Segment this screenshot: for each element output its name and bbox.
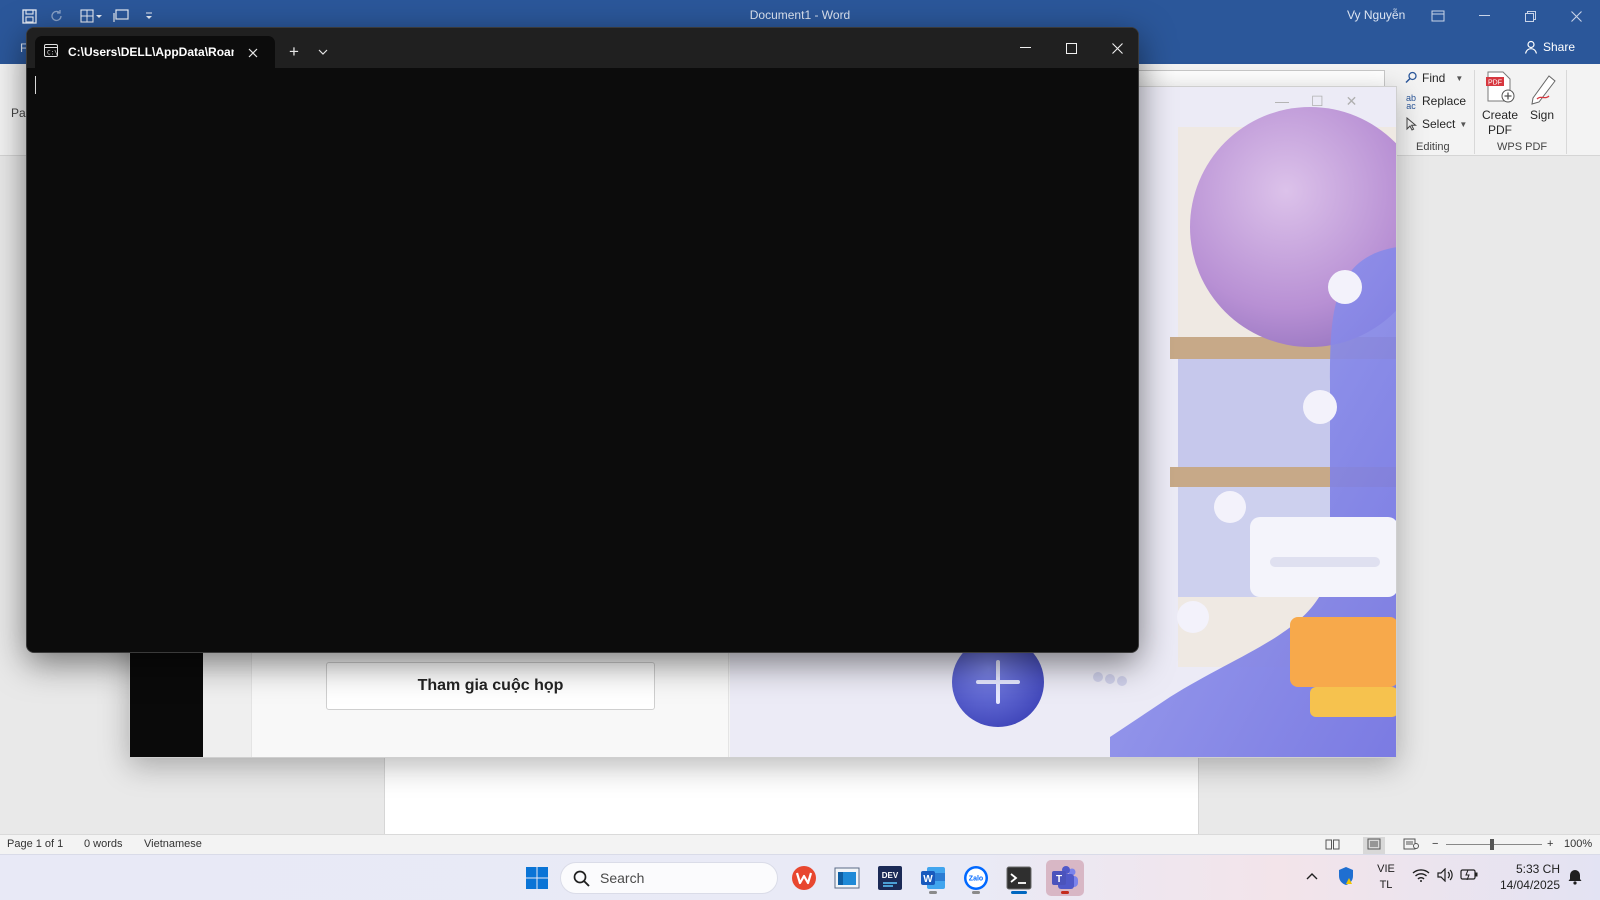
teams-minimize-button[interactable]: — (1275, 93, 1289, 110)
active-window-indicator (1011, 891, 1027, 894)
create-pdf-button[interactable]: PDF Create PDF (1478, 70, 1522, 138)
search-placeholder: Search (600, 870, 645, 886)
share-label: Share (1543, 40, 1576, 54)
language-line-2: TL (1379, 879, 1393, 891)
notification-bell-icon[interactable] (1567, 867, 1583, 888)
command-prompt-icon: C:\ (44, 44, 58, 60)
show-hidden-icons-icon[interactable] (1306, 868, 1318, 883)
running-indicator (929, 891, 937, 894)
zoom-out-button[interactable]: − (1432, 838, 1438, 850)
paste-button-label[interactable]: Pa (11, 106, 26, 120)
ribbon-display-options-icon[interactable] (1415, 0, 1461, 32)
read-mode-icon[interactable] (1325, 838, 1340, 853)
zalo-icon-label: Zalo (969, 876, 983, 883)
zalo-icon[interactable]: Zalo (957, 860, 995, 896)
file-explorer-icon[interactable] (828, 860, 866, 896)
taskbar: Search DEV W Zalo T VIE TL 5:33 CH 14/04… (0, 854, 1600, 900)
wps-pdf-group-label: WPS PDF (1497, 141, 1548, 153)
web-layout-icon[interactable] (1403, 838, 1419, 853)
create-pdf-icon: PDF (1483, 70, 1517, 106)
editing-group-label: Editing (1416, 141, 1450, 153)
dev-icon-label: DEV (882, 871, 899, 880)
find-button[interactable]: Find ▼ (1404, 71, 1463, 85)
chevron-down-icon: ▼ (1459, 119, 1468, 129)
terminal-tab[interactable]: C:\ C:\Users\DELL\AppData\Roam (35, 36, 275, 68)
share-button[interactable]: Share (1524, 40, 1575, 54)
battery-icon[interactable] (1460, 868, 1478, 883)
replace-icon: ab ac (1405, 93, 1416, 111)
word-minimize-button[interactable] (1461, 0, 1507, 32)
system-clock[interactable]: 5:33 CH 14/04/2025 (1488, 861, 1560, 893)
sign-button[interactable]: Sign (1520, 70, 1564, 123)
svg-text:PDF: PDF (1488, 80, 1502, 87)
terminal-tab-title: C:\Users\DELL\AppData\Roam (68, 45, 234, 59)
word-icon[interactable]: W (914, 860, 952, 896)
teams-maximize-button[interactable]: ☐ (1311, 93, 1324, 110)
teams-icon-label: T (1056, 874, 1062, 885)
replace-label: Replace (1422, 94, 1467, 108)
clock-time: 5:33 CH (1515, 862, 1560, 876)
zoom-in-button[interactable]: + (1547, 838, 1553, 850)
start-icon[interactable] (518, 860, 556, 896)
close-tab-icon[interactable] (243, 43, 263, 63)
volume-icon[interactable] (1437, 867, 1454, 885)
person-icon (1524, 40, 1538, 54)
create-pdf-label-line1: Create (1481, 108, 1519, 122)
input-language-indicator[interactable]: VIE TL (1372, 861, 1400, 893)
page-count[interactable]: Page 1 of 1 (7, 838, 63, 850)
word-icon-label: W (923, 874, 933, 885)
teams-window-controls: — ☐ ✕ (1275, 93, 1357, 110)
select-button[interactable]: Select ▼ (1404, 116, 1468, 131)
select-label: Select (1422, 117, 1456, 131)
terminal-icon[interactable] (1000, 860, 1038, 896)
find-label: Find (1422, 71, 1446, 85)
dev-tool-icon[interactable]: DEV (871, 860, 909, 896)
running-indicator (1061, 891, 1069, 894)
wifi-icon[interactable] (1412, 868, 1430, 885)
chevron-down-icon[interactable] (312, 40, 334, 64)
ribbon-separator (1474, 70, 1475, 154)
word-restore-button[interactable] (1507, 0, 1553, 32)
new-tab-button[interactable]: + (281, 40, 307, 64)
teams-icon[interactable]: T (1046, 860, 1084, 896)
pen-sign-icon (1525, 70, 1559, 106)
cursor-arrow-icon (1404, 116, 1418, 131)
teams-close-button[interactable]: ✕ (1346, 93, 1358, 110)
print-layout-icon[interactable] (1363, 837, 1385, 854)
terminal-title-bar[interactable]: C:\ C:\Users\DELL\AppData\Roam + (27, 28, 1138, 68)
terminal-close-button[interactable] (1094, 32, 1138, 64)
search-icon (573, 870, 590, 887)
sign-label: Sign (1529, 108, 1555, 122)
zoom-level[interactable]: 100% (1564, 838, 1592, 850)
proofing-language[interactable]: Vietnamese (144, 838, 202, 850)
word-count[interactable]: 0 words (84, 838, 123, 850)
ribbon-separator (1566, 70, 1567, 154)
taskbar-search-box[interactable]: Search (560, 862, 778, 894)
svg-text:C:\: C:\ (47, 50, 58, 57)
running-indicator (972, 891, 980, 894)
wps-office-icon[interactable] (785, 860, 823, 896)
terminal-window: C:\ C:\Users\DELL\AppData\Roam + (26, 27, 1139, 653)
terminal-console[interactable] (27, 68, 1138, 652)
zoom-slider-thumb[interactable] (1490, 839, 1494, 850)
terminal-minimize-button[interactable] (1002, 32, 1048, 64)
clock-date: 14/04/2025 (1499, 878, 1560, 892)
text-cursor (35, 76, 36, 94)
security-shield-icon[interactable] (1337, 866, 1355, 889)
replace-button[interactable]: ab ac Replace (1404, 93, 1467, 111)
language-line-1: VIE (1377, 863, 1395, 875)
magnifier-icon (1404, 71, 1418, 85)
zoom-slider[interactable] (1446, 844, 1542, 845)
word-status-bar: Page 1 of 1 0 words Vietnamese − + 100% (0, 834, 1600, 854)
account-name[interactable]: Vy Nguyễn (1347, 8, 1405, 22)
join-meeting-button[interactable]: Tham gia cuộc họp (326, 662, 655, 710)
chevron-down-icon: ▼ (1455, 73, 1464, 83)
terminal-maximize-button[interactable] (1048, 32, 1094, 64)
word-close-button[interactable] (1553, 0, 1599, 32)
create-pdf-label-line2: PDF (1488, 123, 1512, 137)
